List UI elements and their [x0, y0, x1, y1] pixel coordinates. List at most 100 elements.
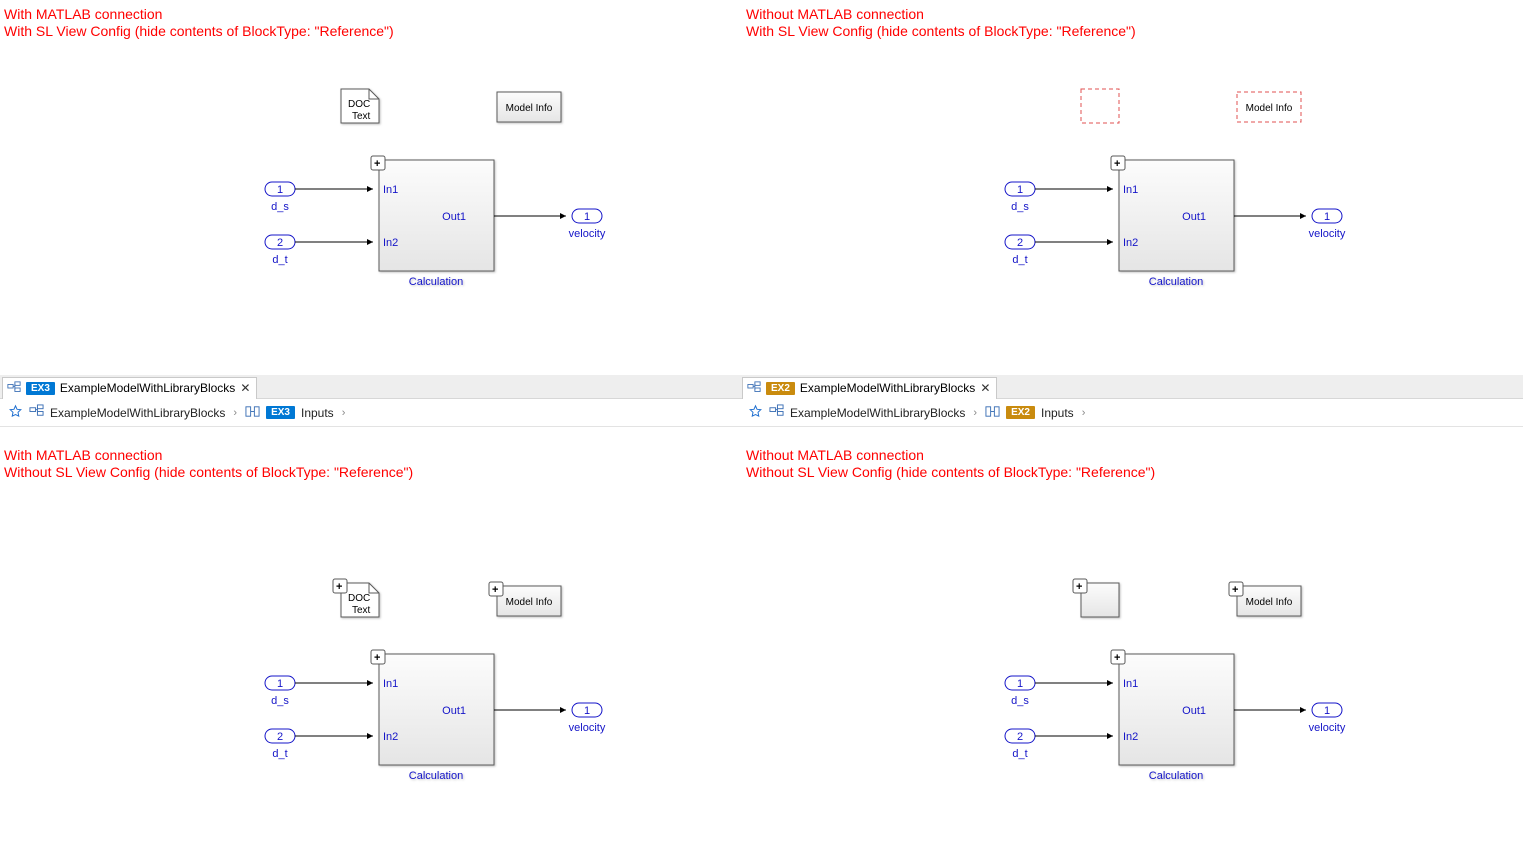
calculation-block[interactable]: In1 In2 Out1 Calculation: [1119, 160, 1234, 288]
svg-text:d_t: d_t: [1012, 254, 1027, 266]
svg-text:+: +: [492, 584, 498, 596]
model-tag: EX3: [26, 382, 55, 395]
svg-text:velocity: velocity: [1309, 228, 1346, 240]
inport-2[interactable]: 2 d_t: [265, 729, 295, 760]
tab-bar: EX2 ExampleModelWithLibraryBlocks ✕: [740, 375, 1523, 399]
calculation-block[interactable]: In1 In2 Out1 Calculation: [379, 160, 494, 288]
inport-1[interactable]: 1 d_s: [265, 182, 295, 213]
inport1-num: 1: [277, 184, 283, 196]
port-out1: Out1: [442, 211, 466, 223]
port-in2: In2: [1123, 237, 1138, 249]
port-in2: In2: [383, 237, 398, 249]
svg-text:DOC: DOC: [348, 593, 370, 604]
calculation-block[interactable]: In1 In2 Out1 Calculation: [1119, 654, 1234, 782]
simulink-diagram[interactable]: DOC Text Model Info In1 In2 Out1 Calcula…: [0, 0, 740, 375]
svg-text:+: +: [374, 652, 380, 664]
doc-block[interactable]: DOC Text: [341, 89, 379, 123]
inport-2[interactable]: 2 d_t: [1005, 729, 1035, 760]
expand-icon[interactable]: +: [489, 582, 503, 596]
svg-text:Out1: Out1: [1182, 705, 1206, 717]
outport-1[interactable]: 1 velocity: [1309, 209, 1346, 240]
outport-1[interactable]: 1 velocity: [569, 209, 606, 240]
model-info-block[interactable]: Model Info: [497, 92, 561, 122]
breadcrumb: ExampleModelWithLibraryBlocks › EX2 Inpu…: [740, 399, 1523, 427]
svg-text:In2: In2: [383, 731, 398, 743]
outport-1[interactable]: 1 velocity: [1309, 703, 1346, 734]
model-info-block-empty[interactable]: Model Info: [1237, 92, 1301, 122]
model-info-block[interactable]: Model Info: [497, 586, 561, 616]
simulink-diagram[interactable]: + Model Info + In1 In2 Out1 Calculation: [740, 427, 1523, 845]
expand-icon[interactable]: +: [333, 579, 347, 593]
breadcrumb-leaf[interactable]: Inputs: [1041, 406, 1074, 420]
close-icon[interactable]: ✕: [980, 381, 990, 395]
svg-text:d_s: d_s: [271, 695, 289, 707]
model-icon: [747, 381, 761, 395]
svg-text:Text: Text: [352, 605, 371, 616]
breadcrumb-root[interactable]: ExampleModelWithLibraryBlocks: [50, 406, 225, 420]
model-info-label: Model Info: [1246, 103, 1293, 114]
pane-top-left: With MATLAB connection With SL View Conf…: [0, 0, 740, 375]
tab-bar: EX3 ExampleModelWithLibraryBlocks ✕: [0, 375, 740, 399]
svg-text:+: +: [1232, 584, 1238, 596]
favorite-icon[interactable]: [8, 404, 23, 422]
simulink-diagram[interactable]: DOC Text + Model Info + In1 In2 Out1: [0, 427, 740, 845]
pane-bottom-right: EX2 ExampleModelWithLibraryBlocks ✕ Exam…: [740, 375, 1523, 845]
expand-icon[interactable]: +: [371, 650, 385, 664]
svg-text:Out1: Out1: [442, 705, 466, 717]
model-tab[interactable]: EX3 ExampleModelWithLibraryBlocks ✕: [2, 377, 257, 399]
model-tag: EX2: [766, 382, 795, 395]
svg-text:Model Info: Model Info: [506, 597, 553, 608]
svg-text:Model Info: Model Info: [1246, 597, 1293, 608]
svg-text:+: +: [1114, 652, 1120, 664]
breadcrumb-root[interactable]: ExampleModelWithLibraryBlocks: [790, 406, 965, 420]
calc-label: Calculation: [1149, 276, 1203, 288]
inport-1[interactable]: 1 d_s: [1005, 676, 1035, 707]
port-in1: In1: [383, 184, 398, 196]
inport-1[interactable]: 1 d_s: [1005, 182, 1035, 213]
model-icon: [7, 381, 21, 395]
close-icon[interactable]: ✕: [240, 381, 250, 395]
expand-icon[interactable]: +: [1111, 650, 1125, 664]
simulink-diagram[interactable]: Model Info In1 In2 Out1 Calculation + 1 …: [740, 0, 1523, 375]
breadcrumb-tag: EX2: [1006, 406, 1035, 419]
svg-text:In1: In1: [1123, 678, 1138, 690]
outport1-num: 1: [584, 211, 590, 223]
doc-block-empty[interactable]: [1081, 89, 1119, 123]
svg-text:Calculation: Calculation: [1149, 770, 1203, 782]
tab-label: ExampleModelWithLibraryBlocks: [60, 381, 235, 395]
subsystem-icon: [985, 404, 1000, 422]
favorite-icon[interactable]: [748, 404, 763, 422]
calculation-block[interactable]: In1 In2 Out1 Calculation: [379, 654, 494, 782]
breadcrumb-leaf[interactable]: Inputs: [301, 406, 334, 420]
inport2-label: d_t: [272, 254, 287, 266]
expand-icon[interactable]: +: [1073, 579, 1087, 593]
svg-text:d_s: d_s: [1011, 201, 1029, 213]
inport-2[interactable]: 2 d_t: [265, 235, 295, 266]
port-out1: Out1: [1182, 211, 1206, 223]
svg-text:+: +: [374, 158, 380, 170]
model-icon: [769, 404, 784, 422]
inport-2[interactable]: 2 d_t: [1005, 235, 1035, 266]
svg-text:2: 2: [277, 731, 283, 743]
svg-text:In2: In2: [1123, 731, 1138, 743]
svg-text:d_t: d_t: [1012, 748, 1027, 760]
model-icon: [29, 404, 44, 422]
chevron-right-icon: ›: [340, 407, 348, 419]
svg-text:1: 1: [1017, 678, 1023, 690]
svg-text:Calculation: Calculation: [409, 770, 463, 782]
inport-1[interactable]: 1 d_s: [265, 676, 295, 707]
inport1-label: d_s: [271, 201, 289, 213]
model-tab[interactable]: EX2 ExampleModelWithLibraryBlocks ✕: [742, 377, 997, 399]
model-info-block[interactable]: Model Info: [1237, 586, 1301, 616]
pane-top-right: Without MATLAB connection With SL View C…: [740, 0, 1523, 375]
port-in1: In1: [1123, 184, 1138, 196]
svg-text:In1: In1: [383, 678, 398, 690]
chevron-right-icon: ›: [231, 407, 239, 419]
expand-icon[interactable]: +: [1229, 582, 1243, 596]
chevron-right-icon: ›: [1080, 407, 1088, 419]
outport-1[interactable]: 1 velocity: [569, 703, 606, 734]
expand-icon[interactable]: +: [371, 156, 385, 170]
calc-label: Calculation: [409, 276, 463, 288]
expand-icon[interactable]: +: [1111, 156, 1125, 170]
outport1-label: velocity: [569, 228, 606, 240]
